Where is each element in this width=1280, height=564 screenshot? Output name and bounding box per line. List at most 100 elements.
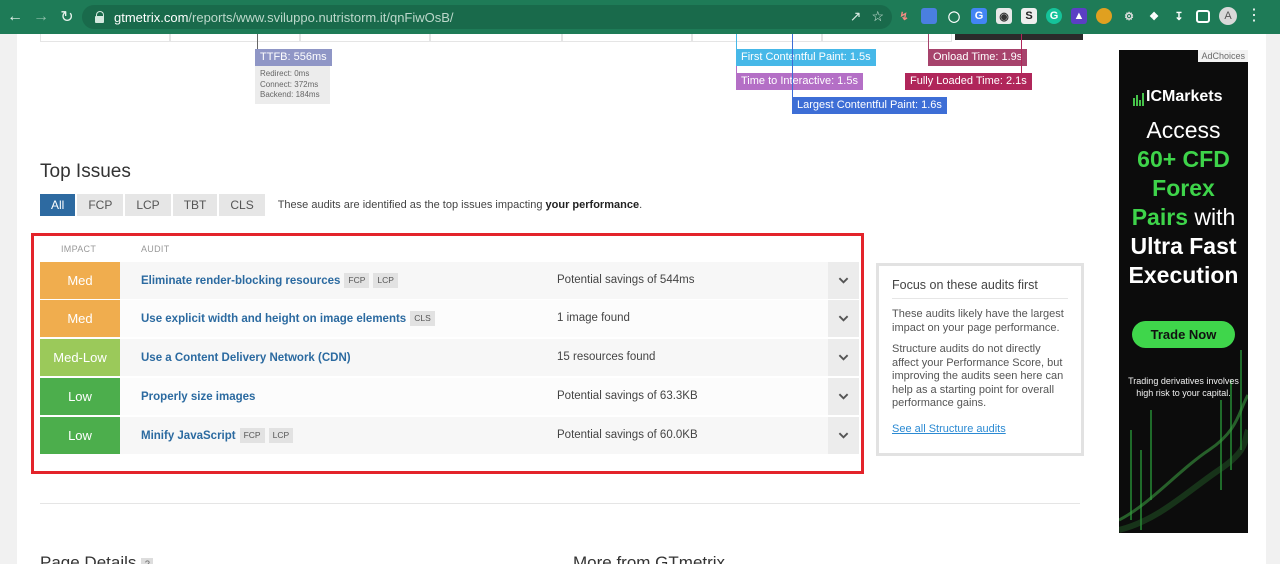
ad-line: Execution [1128, 262, 1239, 288]
more-from-heading: More from GTmetrix [573, 553, 726, 564]
page-details-label: Page Details [40, 553, 137, 564]
filter-note: These audits are identified as the top i… [278, 199, 642, 211]
ad-brand-logo: ICMarkets [1133, 88, 1222, 106]
menu-icon[interactable]: ⋮ [1246, 8, 1262, 24]
expand-button[interactable] [828, 262, 859, 299]
puzzle-icon[interactable]: ❖ [1146, 8, 1162, 24]
filmstrip-thumbnail [955, 34, 1083, 40]
issue-row[interactable]: Low Minify JavaScript FCP LCP Potential savi… [40, 417, 859, 454]
ad-line: with [1187, 204, 1236, 230]
extension-icon[interactable] [921, 8, 937, 24]
filter-note-text: These audits are identified as the top i… [277, 199, 546, 211]
metric-chip: CLS [410, 311, 435, 326]
ad-line: Access [1146, 117, 1221, 143]
filter-tbt[interactable]: TBT [172, 194, 218, 216]
extension-icon[interactable]: ▲ [1071, 8, 1087, 24]
audit-savings: 1 image found [557, 312, 630, 324]
waterfall-cell [562, 34, 692, 42]
expand-button[interactable] [828, 417, 859, 454]
extension-icon[interactable] [1096, 8, 1112, 24]
report-page: TTFB: 556ms Redirect: 0ms Connect: 372ms… [17, 34, 1101, 564]
ad-banner[interactable]: AdChoices ICMarkets Access 60+ CFD Forex… [1119, 50, 1248, 533]
share-icon[interactable]: ↗ [850, 8, 862, 25]
focus-panel: Focus on these audits first These audits… [876, 263, 1084, 456]
filter-cls[interactable]: CLS [219, 194, 265, 216]
impact-badge: Low [40, 417, 120, 454]
filter-note-suffix: . [639, 199, 643, 211]
ad-line: Pairs [1131, 204, 1188, 230]
bookmark-star-icon[interactable]: ☆ [871, 8, 884, 25]
audit-link[interactable]: Use explicit width and height on image e… [141, 313, 406, 325]
metric-chip: FCP [239, 428, 265, 443]
scrollbar[interactable] [1266, 34, 1280, 564]
adchoices-label[interactable]: AdChoices [1198, 50, 1248, 62]
ad-risk-warning: Trading derivatives involves high risk t… [1128, 376, 1239, 398]
audit-link[interactable]: Use a Content Delivery Network (CDN) [141, 352, 351, 364]
issue-row[interactable]: Med Eliminate render-blocking resources FC… [40, 262, 859, 299]
issue-row[interactable]: Med-Low Use a Content Delivery Network (C… [40, 339, 859, 376]
waterfall-row [40, 34, 1080, 42]
filter-lcp[interactable]: LCP [125, 194, 171, 216]
impact-badge: Med [40, 262, 120, 299]
back-icon[interactable]: ← [2, 0, 28, 34]
audit-savings: 15 resources found [557, 351, 656, 363]
expand-button[interactable] [828, 378, 859, 415]
audit-column-header: AUDIT [141, 244, 170, 254]
filter-note-bold: your performance [545, 199, 640, 211]
waterfall-cell [692, 34, 822, 42]
url-host: gtmetrix.com [114, 9, 189, 25]
browser-toolbar: ← → ↻ gtmetrix.com/reports/www.sviluppo.… [0, 0, 1280, 34]
backend-time: Backend: 184ms [260, 90, 320, 99]
download-icon[interactable]: ↧ [1171, 8, 1187, 24]
sidebar-icon[interactable] [1196, 9, 1210, 23]
audit-savings: Potential savings of 544ms [557, 274, 695, 286]
impact-badge: Med-Low [40, 339, 120, 376]
audit-name: Use explicit width and height on image e… [141, 300, 435, 337]
expand-button[interactable] [828, 339, 859, 376]
translate-icon[interactable]: G [971, 8, 987, 24]
forward-icon[interactable]: → [28, 0, 54, 34]
address-bar[interactable]: gtmetrix.com/reports/www.sviluppo.nutris… [82, 5, 892, 29]
issue-row[interactable]: Med Use explicit width and height on imag… [40, 300, 859, 337]
onload-tag: Onload Time: 1.9s [928, 49, 1028, 66]
impact-badge: Med [40, 300, 120, 337]
extension-icon[interactable]: S [1021, 8, 1037, 24]
waterfall-cell [170, 34, 300, 42]
chevron-down-icon [838, 315, 849, 322]
lcp-tag: Largest Contentful Paint: 1.6s [792, 97, 947, 114]
ad-column: AdChoices ICMarkets Access 60+ CFD Forex… [1101, 34, 1280, 564]
extension-icon[interactable]: ↯ [896, 8, 912, 24]
filter-fcp[interactable]: FCP [77, 194, 124, 216]
ttfb-tag: TTFB: 556ms [255, 49, 332, 66]
redirect-time: Redirect: 0ms [260, 69, 310, 78]
waterfall-cell [300, 34, 430, 42]
camera-icon[interactable]: ◉ [996, 8, 1012, 24]
lcp-marker [792, 34, 793, 99]
focus-paragraph: Structure audits do not directly affect … [892, 343, 1064, 409]
focus-paragraph: These audits likely have the largest imp… [892, 308, 1064, 334]
grammarly-icon[interactable]: G [1046, 8, 1062, 24]
profile-avatar[interactable]: A [1219, 7, 1237, 25]
ttfb-marker [257, 34, 258, 50]
audit-link[interactable]: Properly size images [141, 391, 255, 403]
top-issues-title: Top Issues [40, 161, 131, 182]
extension-icon[interactable]: ⚙ [1121, 8, 1137, 24]
ad-line: Forex [1152, 175, 1215, 201]
expand-button[interactable] [828, 300, 859, 337]
issue-filters: All FCP LCP TBT CLS These audits are ide… [40, 194, 642, 216]
audit-link[interactable]: Eliminate render-blocking resources [141, 275, 340, 287]
globe-icon[interactable]: ◯ [946, 8, 962, 24]
help-icon[interactable]: ? [141, 557, 154, 564]
audit-savings: Potential savings of 63.3KB [557, 390, 698, 402]
filter-all[interactable]: All [40, 194, 76, 216]
audit-link[interactable]: Minify JavaScript [141, 430, 236, 442]
ad-brand-name: ICMarkets [1146, 88, 1223, 105]
issue-row[interactable]: Low Properly size images Potential savings… [40, 378, 859, 415]
trade-now-button[interactable]: Trade Now [1132, 321, 1235, 348]
bars-icon [1133, 93, 1144, 106]
audit-name: Use a Content Delivery Network (CDN) [141, 339, 351, 376]
structure-audits-link[interactable]: See all Structure audits [892, 423, 1006, 435]
reload-icon[interactable]: ↻ [54, 0, 80, 34]
section-divider [40, 503, 1080, 504]
audit-name: Properly size images [141, 378, 255, 415]
